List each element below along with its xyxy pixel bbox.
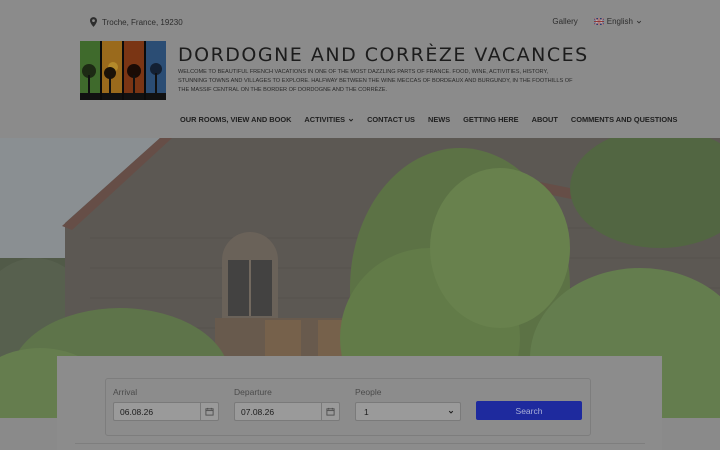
- departure-field: Departure 07.08.26: [234, 387, 340, 421]
- gallery-link[interactable]: Gallery: [552, 17, 577, 26]
- chevron-down-icon: [636, 20, 642, 23]
- logo-panel-blue: [146, 41, 166, 100]
- nav-label: ABOUT: [531, 115, 558, 124]
- arrival-calendar-button[interactable]: [200, 403, 218, 420]
- nav-item-about[interactable]: ABOUT: [532, 115, 558, 124]
- map-pin-icon: [90, 17, 97, 27]
- site-description: WELCOME TO BEAUTIFUL FRENCH VACATIONS IN…: [178, 69, 573, 93]
- booking-panel: Arrival 06.08.26 Departure 07.08.26 Peop…: [57, 356, 662, 450]
- uk-flag-icon: [593, 18, 604, 25]
- language-switcher[interactable]: English: [593, 17, 642, 26]
- nav-item-contact[interactable]: CONTACT US: [367, 115, 415, 124]
- logo-panel-orange: [102, 41, 122, 100]
- booking-form: Arrival 06.08.26 Departure 07.08.26 Peop…: [105, 378, 591, 436]
- search-button[interactable]: Search: [476, 401, 582, 420]
- nav-label: CONTACT US: [367, 115, 415, 124]
- arrival-value: 06.08.26: [120, 407, 154, 417]
- site-logo[interactable]: [80, 41, 166, 100]
- page: Troche, France, 19230 Gallery English DO…: [0, 0, 720, 450]
- people-value: 1: [364, 407, 369, 417]
- arrival-input[interactable]: 06.08.26: [113, 402, 219, 421]
- nav-label: COMMENTS AND QUESTIONS: [570, 115, 678, 124]
- nav-label: NEWS: [427, 115, 451, 124]
- calendar-icon: [205, 407, 214, 416]
- people-label: People: [355, 387, 382, 397]
- calendar-icon: [326, 407, 335, 416]
- site-header: Troche, France, 19230 Gallery English DO…: [0, 0, 720, 138]
- nav-item-getting-here[interactable]: GETTING HERE: [463, 115, 518, 124]
- nav-label: GETTING HERE: [463, 115, 519, 124]
- nav-item-activities[interactable]: ACTIVITIES: [304, 115, 354, 124]
- nav-item-comments[interactable]: COMMENTS AND QUESTIONS: [571, 115, 677, 124]
- people-select[interactable]: 1: [355, 402, 461, 421]
- chevron-down-icon: [348, 118, 354, 122]
- arrival-label: Arrival: [113, 387, 138, 397]
- topbar-links: Gallery English: [552, 17, 642, 26]
- language-label: English: [606, 17, 633, 26]
- departure-calendar-button[interactable]: [321, 403, 339, 420]
- people-field: People 1: [355, 387, 461, 421]
- departure-label: Departure: [234, 387, 272, 397]
- location-text: Troche, France, 19230: [102, 17, 183, 27]
- nav-label: OUR ROOMS, VIEW AND BOOK: [180, 115, 292, 124]
- main-nav: OUR ROOMS, VIEW AND BOOK ACTIVITIES CONT…: [180, 115, 677, 124]
- location-info: Troche, France, 19230: [90, 17, 183, 27]
- site-title[interactable]: DORDOGNE AND CORRÈZE VACANCES: [178, 44, 589, 66]
- nav-label: ACTIVITIES: [304, 115, 346, 124]
- departure-input[interactable]: 07.08.26: [234, 402, 340, 421]
- logo-panel-green: [80, 41, 100, 100]
- divider: [75, 443, 645, 444]
- departure-value: 07.08.26: [241, 407, 275, 417]
- arrival-field: Arrival 06.08.26: [113, 387, 219, 421]
- logo-panel-red: [124, 41, 144, 100]
- nav-item-rooms[interactable]: OUR ROOMS, VIEW AND BOOK: [180, 115, 291, 124]
- chevron-down-icon: [448, 410, 454, 414]
- nav-item-news[interactable]: NEWS: [428, 115, 450, 124]
